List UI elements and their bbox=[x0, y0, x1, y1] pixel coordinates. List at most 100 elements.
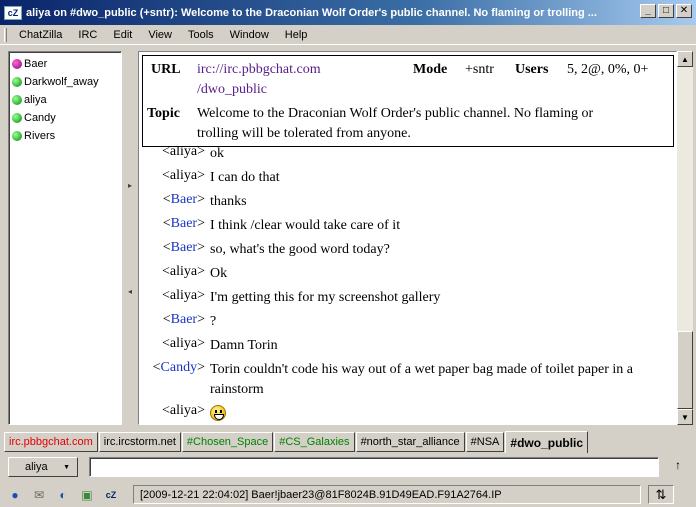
message-text: ? bbox=[210, 314, 217, 329]
menu-view[interactable]: View bbox=[140, 29, 180, 41]
user-name: Candy bbox=[24, 112, 56, 124]
message-nick[interactable]: <aliya> bbox=[139, 168, 205, 188]
user-name: aliya bbox=[24, 94, 47, 106]
chatzilla-app-icon[interactable]: cZ bbox=[4, 5, 22, 20]
user-item[interactable]: Baer bbox=[9, 55, 121, 73]
chat-pane[interactable]: URL irc://irc.pbbgchat.com /dwo_public M… bbox=[138, 51, 677, 425]
message-text: thanks bbox=[210, 194, 247, 209]
user-list[interactable]: Baer Darkwolf_away aliya Candy Rivers bbox=[8, 51, 122, 425]
tab-chosen-space[interactable]: #Chosen_Space bbox=[181, 432, 274, 452]
message-nick[interactable]: <aliya> bbox=[139, 144, 205, 164]
user-item[interactable]: Darkwolf_away bbox=[9, 73, 121, 91]
message-nick[interactable]: <aliya> bbox=[139, 288, 205, 308]
composer-icon[interactable]: ▣ bbox=[78, 487, 96, 503]
message-nick[interactable]: <Baer> bbox=[139, 192, 205, 212]
url-label: URL bbox=[151, 62, 181, 77]
user-item[interactable]: aliya bbox=[9, 91, 121, 109]
channel-header: URL irc://irc.pbbgchat.com /dwo_public M… bbox=[142, 55, 674, 147]
connection-icon: ⇅ bbox=[648, 485, 674, 504]
scroll-down-button[interactable]: ▼ bbox=[677, 409, 693, 425]
message-row: <Baer> ? bbox=[139, 312, 676, 332]
message-nick[interactable]: <aliya> bbox=[139, 336, 205, 356]
tab-nsa[interactable]: #NSA bbox=[465, 432, 505, 452]
menu-irc[interactable]: IRC bbox=[70, 29, 105, 41]
chat-scrollbar[interactable]: ▲ ▼ bbox=[677, 51, 693, 425]
nickname-button[interactable]: aliya ▼ bbox=[8, 457, 78, 477]
topic-text-cont: trolling will be tolerated from anyone. bbox=[197, 126, 411, 141]
globe-icon[interactable]: ● bbox=[6, 487, 24, 503]
message-row: <Baer> thanks bbox=[139, 192, 676, 212]
users-label: Users bbox=[515, 62, 549, 77]
message-nick[interactable]: <Baer> bbox=[139, 312, 205, 332]
message-row: <aliya> bbox=[139, 403, 676, 423]
title-bar: cZ aliya on #dwo_public (+sntr): Welcome… bbox=[0, 0, 696, 25]
user-icon bbox=[12, 95, 22, 105]
close-button[interactable]: ✕ bbox=[676, 4, 692, 18]
message-text: so, what's the good word today? bbox=[210, 242, 390, 257]
message-row: <Candy> Torin couldn't code his way out … bbox=[139, 360, 676, 400]
user-item[interactable]: Rivers bbox=[9, 127, 121, 145]
message-text: Damn Torin bbox=[210, 338, 278, 353]
channel-url-link[interactable]: irc://irc.pbbgchat.com bbox=[197, 62, 321, 78]
message-text: I think /clear would take care of it bbox=[210, 218, 401, 233]
mode-label: Mode bbox=[413, 62, 448, 77]
message-nick[interactable]: <aliya> bbox=[139, 403, 205, 423]
dropdown-arrow-icon: ▼ bbox=[63, 463, 70, 471]
pane-splitter[interactable]: ▸ ◂ bbox=[126, 51, 136, 425]
tab-irc-ircstorm[interactable]: irc.ircstorm.net bbox=[98, 432, 181, 452]
menu-grip[interactable] bbox=[4, 27, 7, 42]
status-text: [2009-12-21 22:04:02] Baer!jbaer23@81F80… bbox=[133, 485, 641, 504]
user-icon bbox=[12, 113, 22, 123]
scroll-thumb[interactable] bbox=[677, 331, 693, 409]
mail-icon[interactable]: ✉ bbox=[30, 487, 48, 503]
nickname-label: aliya bbox=[25, 461, 48, 473]
tab-irc-pbbgchat[interactable]: irc.pbbgchat.com bbox=[4, 432, 98, 452]
message-input[interactable] bbox=[89, 457, 659, 477]
message-row: <aliya> Damn Torin bbox=[139, 336, 676, 356]
users-value: 5, 2@, 0%, 0+ bbox=[567, 62, 649, 77]
multiline-toggle-icon[interactable]: ↑ bbox=[670, 458, 686, 476]
message-nick[interactable]: <Baer> bbox=[139, 240, 205, 260]
menu-chatzilla[interactable]: ChatZilla bbox=[11, 29, 70, 41]
message-row: <aliya> Ok bbox=[139, 264, 676, 284]
message-text: I'm getting this for my screenshot galle… bbox=[210, 290, 441, 305]
status-bar: ● ✉ ◐ ▣ cZ [2009-12-21 22:04:02] Baer!jb… bbox=[0, 482, 696, 507]
tab-north-star-alliance[interactable]: #north_star_alliance bbox=[355, 432, 465, 452]
message-nick[interactable]: <Baer> bbox=[139, 216, 205, 236]
smiley-icon bbox=[210, 404, 226, 421]
splitter-grip-icon: ◂ bbox=[128, 287, 133, 296]
message-nick[interactable]: <Candy> bbox=[139, 360, 205, 400]
chatzilla-icon[interactable]: cZ bbox=[102, 487, 120, 503]
tab-dwo-public[interactable]: #dwo_public bbox=[505, 431, 589, 453]
message-text: Torin couldn't code his way out of a wet… bbox=[210, 362, 633, 397]
mode-value: +sntr bbox=[465, 62, 494, 77]
menu-edit[interactable]: Edit bbox=[105, 29, 140, 41]
user-icon bbox=[12, 77, 22, 87]
user-name: Rivers bbox=[24, 130, 56, 142]
user-name: Darkwolf_away bbox=[24, 76, 99, 88]
message-row: <aliya> I can do that bbox=[139, 168, 676, 188]
message-text: ok bbox=[210, 146, 224, 161]
channel-url-link-cont[interactable]: /dwo_public bbox=[197, 82, 267, 98]
message-row: <aliya> I'm getting this for my screensh… bbox=[139, 288, 676, 308]
maximize-button[interactable]: □ bbox=[658, 4, 674, 18]
minimize-button[interactable]: _ bbox=[640, 4, 656, 18]
message-text: I can do that bbox=[210, 170, 280, 185]
tab-cs-galaxies[interactable]: #CS_Galaxies bbox=[274, 432, 355, 452]
menu-help[interactable]: Help bbox=[277, 29, 316, 41]
user-item[interactable]: Candy bbox=[9, 109, 121, 127]
topic-text: Welcome to the Draconian Wolf Order's pu… bbox=[197, 106, 594, 121]
operator-icon bbox=[12, 59, 22, 69]
message-row: <Baer> I think /clear would take care of… bbox=[139, 216, 676, 236]
scroll-up-button[interactable]: ▲ bbox=[677, 51, 693, 67]
menu-bar: ChatZilla IRC Edit View Tools Window Hel… bbox=[0, 25, 696, 45]
addressbook-icon[interactable]: ◐ bbox=[54, 487, 72, 503]
message-nick[interactable]: <aliya> bbox=[139, 264, 205, 284]
message-text: Ok bbox=[210, 266, 228, 281]
message-text bbox=[205, 403, 670, 423]
splitter-grip-icon: ▸ bbox=[128, 181, 133, 190]
topic-label: Topic bbox=[147, 106, 180, 121]
menu-window[interactable]: Window bbox=[222, 29, 277, 41]
user-icon bbox=[12, 131, 22, 141]
menu-tools[interactable]: Tools bbox=[180, 29, 222, 41]
